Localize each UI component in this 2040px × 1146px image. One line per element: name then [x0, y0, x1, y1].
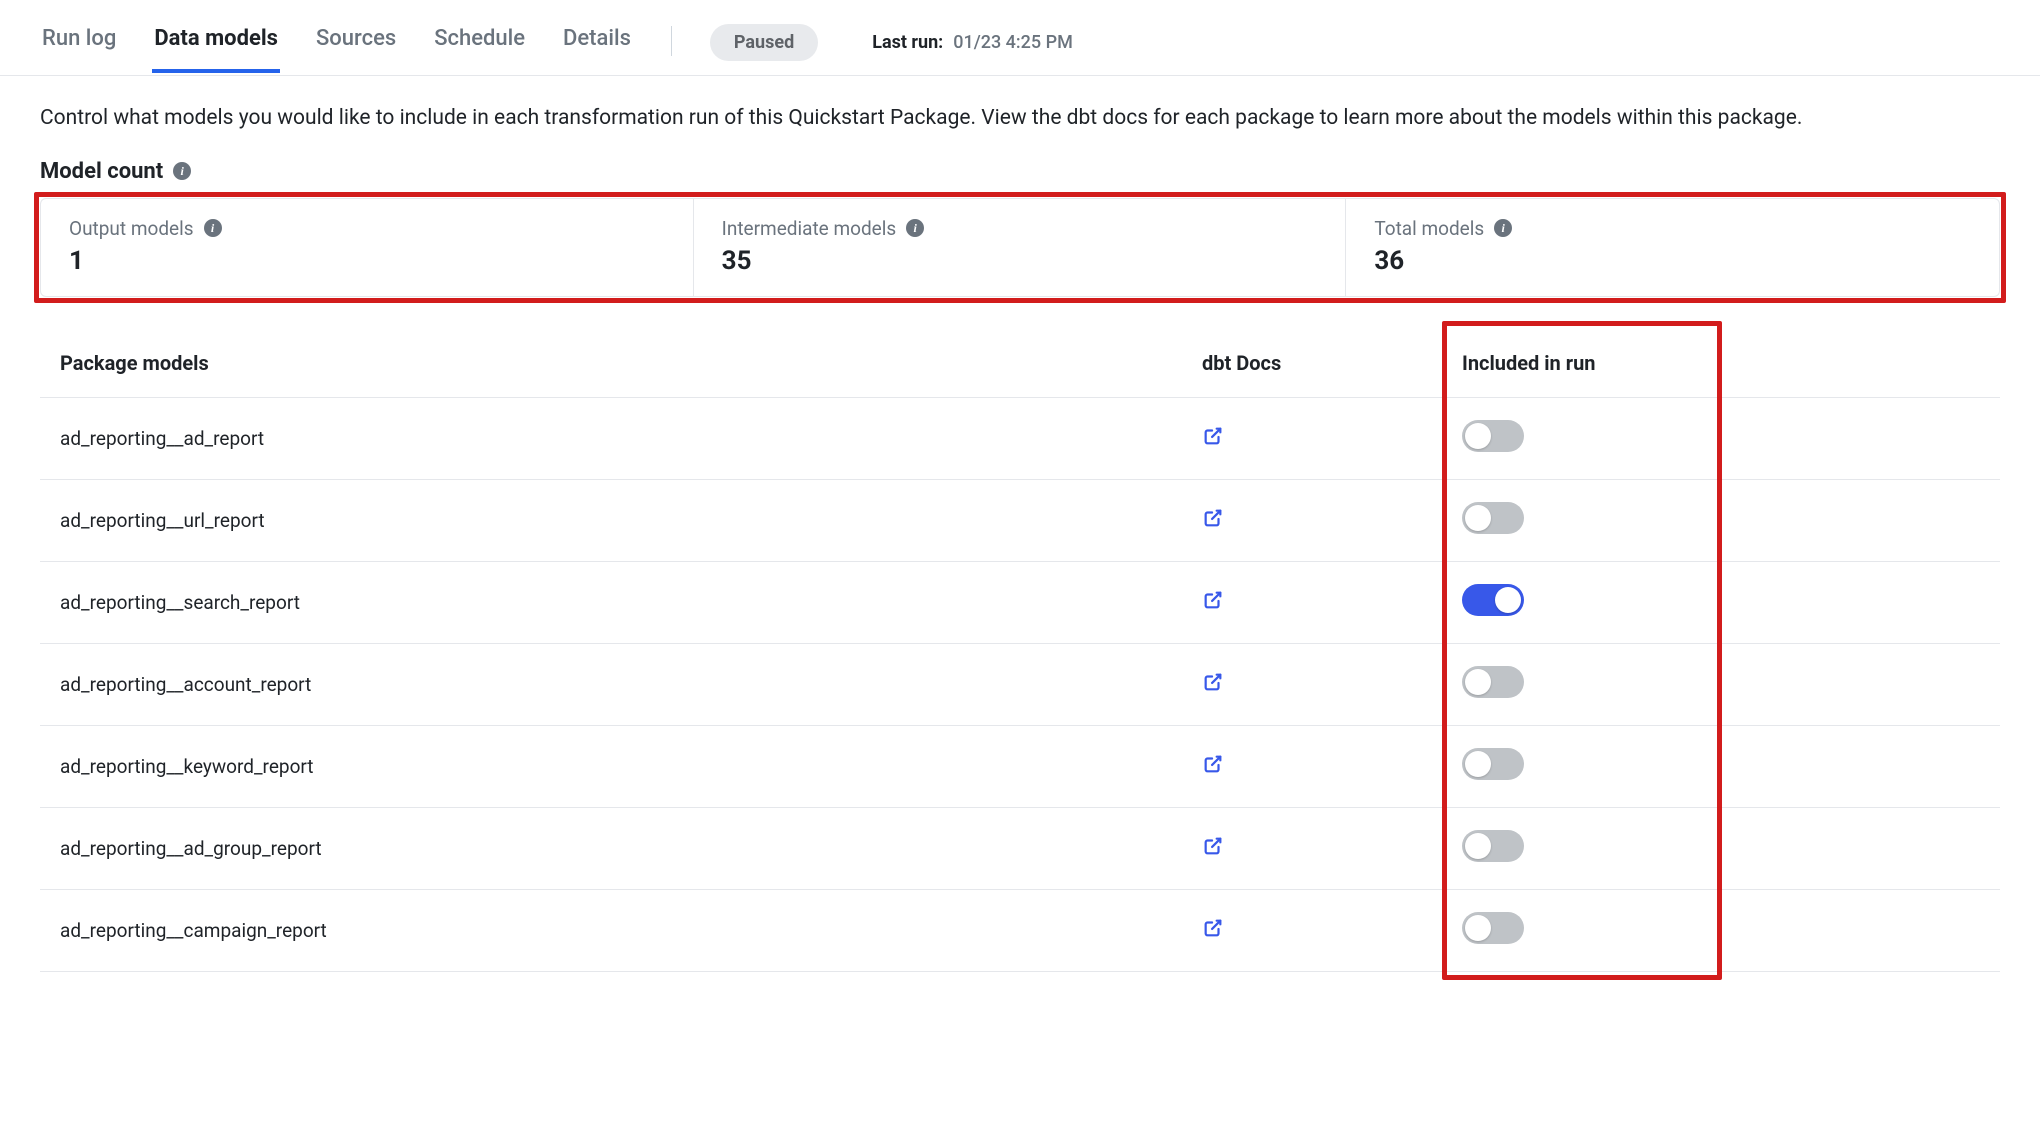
count-label: Output models i — [69, 217, 665, 240]
external-link-icon[interactable] — [1202, 753, 1224, 775]
model-name: ad_reporting__account_report — [58, 673, 1202, 696]
count-cell: Intermediate models i 35 — [694, 199, 1347, 296]
include-toggle[interactable] — [1462, 912, 1524, 944]
model-count-title-text: Model count — [40, 159, 163, 184]
top-bar: Run log Data models Sources Schedule Details… — [0, 0, 2040, 76]
table-row: ad_reporting__keyword_report — [40, 726, 2000, 808]
status-badge: Paused — [710, 24, 818, 61]
include-toggle[interactable] — [1462, 584, 1524, 616]
models-table: Package models dbt Docs Included in run … — [40, 329, 2000, 972]
external-link-icon[interactable] — [1202, 835, 1224, 857]
external-link-icon[interactable] — [1202, 589, 1224, 611]
count-cell: Total models i 36 — [1346, 199, 1999, 296]
include-toggle[interactable] — [1462, 420, 1524, 452]
count-value: 1 — [69, 246, 665, 276]
count-cell: Output models i 1 — [41, 199, 694, 296]
intro-text: Control what models you would like to in… — [40, 102, 2000, 135]
count-label-text: Total models — [1374, 217, 1484, 240]
table-row: ad_reporting__ad_group_report — [40, 808, 2000, 890]
model-name: ad_reporting__campaign_report — [58, 919, 1202, 942]
tab-schedule[interactable]: Schedule — [432, 26, 527, 73]
include-toggle[interactable] — [1462, 748, 1524, 780]
external-link-icon[interactable] — [1202, 671, 1224, 693]
tab-details[interactable]: Details — [561, 26, 633, 73]
count-value: 36 — [1374, 246, 1971, 276]
tab-divider — [671, 26, 672, 56]
count-label-text: Output models — [69, 217, 194, 240]
info-icon[interactable]: i — [906, 219, 924, 237]
model-name: ad_reporting__keyword_report — [58, 755, 1202, 778]
info-icon[interactable]: i — [1494, 219, 1512, 237]
count-label: Intermediate models i — [722, 217, 1318, 240]
model-name: ad_reporting__search_report — [58, 591, 1202, 614]
model-name: ad_reporting__ad_group_report — [58, 837, 1202, 860]
model-name: ad_reporting__ad_report — [58, 427, 1202, 450]
models-table-header: Package models dbt Docs Included in run — [40, 329, 2000, 398]
tab-sources[interactable]: Sources — [314, 26, 398, 73]
info-icon[interactable]: i — [204, 219, 222, 237]
model-name: ad_reporting__url_report — [58, 509, 1202, 532]
last-run-value: 01/23 4:25 PM — [953, 32, 1073, 53]
tab-run-log[interactable]: Run log — [40, 26, 118, 73]
table-row: ad_reporting__url_report — [40, 480, 2000, 562]
model-count-card: Output models i 1 Intermediate models i 35 Tot… — [40, 198, 2000, 297]
tab-list: Run log Data models Sources Schedule Details — [40, 26, 633, 73]
header-included: Included in run — [1462, 351, 1722, 375]
external-link-icon[interactable] — [1202, 917, 1224, 939]
model-count-title: Model count i — [40, 159, 2000, 184]
last-run-label: Last run: — [872, 32, 943, 53]
external-link-icon[interactable] — [1202, 507, 1224, 529]
tab-data-models[interactable]: Data models — [152, 26, 280, 73]
count-label: Total models i — [1374, 217, 1971, 240]
table-row: ad_reporting__account_report — [40, 644, 2000, 726]
info-icon[interactable]: i — [173, 162, 191, 180]
count-label-text: Intermediate models — [722, 217, 897, 240]
table-row: ad_reporting__campaign_report — [40, 890, 2000, 972]
last-run: Last run: 01/23 4:25 PM — [872, 32, 1073, 53]
table-row: ad_reporting__search_report — [40, 562, 2000, 644]
header-dbt-docs: dbt Docs — [1202, 351, 1462, 375]
count-value: 35 — [722, 246, 1318, 276]
include-toggle[interactable] — [1462, 830, 1524, 862]
header-package-models: Package models — [58, 351, 1202, 375]
page-body: Control what models you would like to in… — [0, 76, 2040, 1012]
include-toggle[interactable] — [1462, 502, 1524, 534]
include-toggle[interactable] — [1462, 666, 1524, 698]
table-row: ad_reporting__ad_report — [40, 398, 2000, 480]
external-link-icon[interactable] — [1202, 425, 1224, 447]
